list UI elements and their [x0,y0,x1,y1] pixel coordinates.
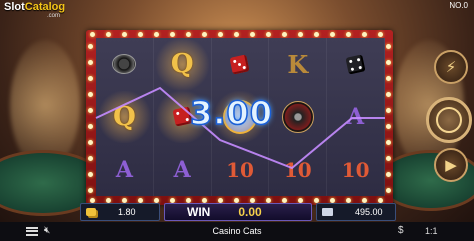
marquee-bulb [266,32,271,37]
win-label: WIN [187,205,211,219]
bet-display[interactable]: 1.80 [80,203,160,221]
currency-icon[interactable]: $ [398,225,404,236]
marquee-bulb [106,32,111,37]
marquee-bulb [386,140,391,145]
site-logo-suffix: .com [47,13,61,19]
marquee-bulb [362,32,367,37]
game-screen: SlotCatalog .com NO.0 Q A Q A 10 K 10 A … [0,0,474,241]
marquee-bulb [282,32,287,37]
spin-icon [436,107,462,133]
bet-bar: 1.80 WIN 0.00 495.00 [80,203,396,221]
marquee-bulb [88,172,93,177]
marquee-bulb [346,32,351,37]
marquee-bulb [314,32,319,37]
win-value: 0.00 [238,205,262,219]
marquee-bulb [138,32,143,37]
black-dice-symbol [327,38,384,91]
win-display: WIN 0.00 [164,203,312,221]
ten-symbol: 10 [341,157,370,182]
balance-display: 495.00 [316,203,396,221]
roulette-symbol [269,91,326,144]
speed-indicator[interactable]: 1:1 [425,226,438,236]
ten-symbol: 10 [283,157,312,182]
bet-value: 1.80 [118,207,136,217]
turbo-button[interactable]: ⚡ [434,50,468,84]
marquee-bulb [88,124,93,129]
reel-4: K 10 [269,38,328,196]
marquee-bulb [122,32,127,37]
play-icon: ▶ [445,156,457,174]
k-symbol: K [287,49,309,79]
marquee-bulb [88,156,93,161]
marquee-bulb [186,32,191,37]
marquee-bulb [88,140,93,145]
q-symbol: Q [153,38,211,91]
marquee-bulb [218,32,223,37]
spin-button[interactable] [426,97,472,143]
marquee-bulb [386,188,391,193]
marquee-bulb [90,32,95,37]
balance-value: 495.00 [355,207,383,217]
marquee-bulb [202,32,207,37]
marquee-bulb [88,92,93,97]
marquee-bulb [378,32,383,37]
a-symbol: A [173,156,191,183]
reel-5: A 10 [327,38,385,196]
a-symbol: A [347,103,365,130]
marquee-bulb [386,92,391,97]
wallet-icon [322,208,333,216]
marquee-bulb [386,172,391,177]
marquee-bulb [386,108,391,113]
chips-symbol [96,38,153,91]
marquee-bulb [88,108,93,113]
marquee-bulb [330,32,335,37]
coins-icon [86,208,96,216]
marquee-bulb [386,156,391,161]
marquee-bulb [386,124,391,129]
marquee-bulb [386,76,391,81]
marquee-bulb [88,44,93,49]
site-logo: SlotCatalog [4,1,66,13]
ten-symbol: 10 [226,157,254,182]
red-dice-symbol [212,38,269,91]
marquee-bulb [386,44,391,49]
marquee-bulb [386,60,391,65]
marquee-bulb [170,32,175,37]
round-number: NO.0 [449,1,468,10]
footer-bar: 🔇︎ Casino Cats $ 1:1 [0,222,474,241]
marquee-bulb [88,76,93,81]
marquee-bulb [154,32,159,37]
lightning-icon: ⚡ [445,58,457,76]
marquee-bulb [234,32,239,37]
q-symbol: Q [96,90,153,144]
marquee-bulb [298,32,303,37]
marquee-bulb [250,32,255,37]
marquee-bulb [88,188,93,193]
marquee-bulb [88,60,93,65]
reel-1: Q A [96,38,154,196]
win-amount-overlay: 3.00 [189,93,273,133]
a-symbol: A [115,156,133,183]
autoplay-button[interactable]: ▶ [434,148,468,182]
